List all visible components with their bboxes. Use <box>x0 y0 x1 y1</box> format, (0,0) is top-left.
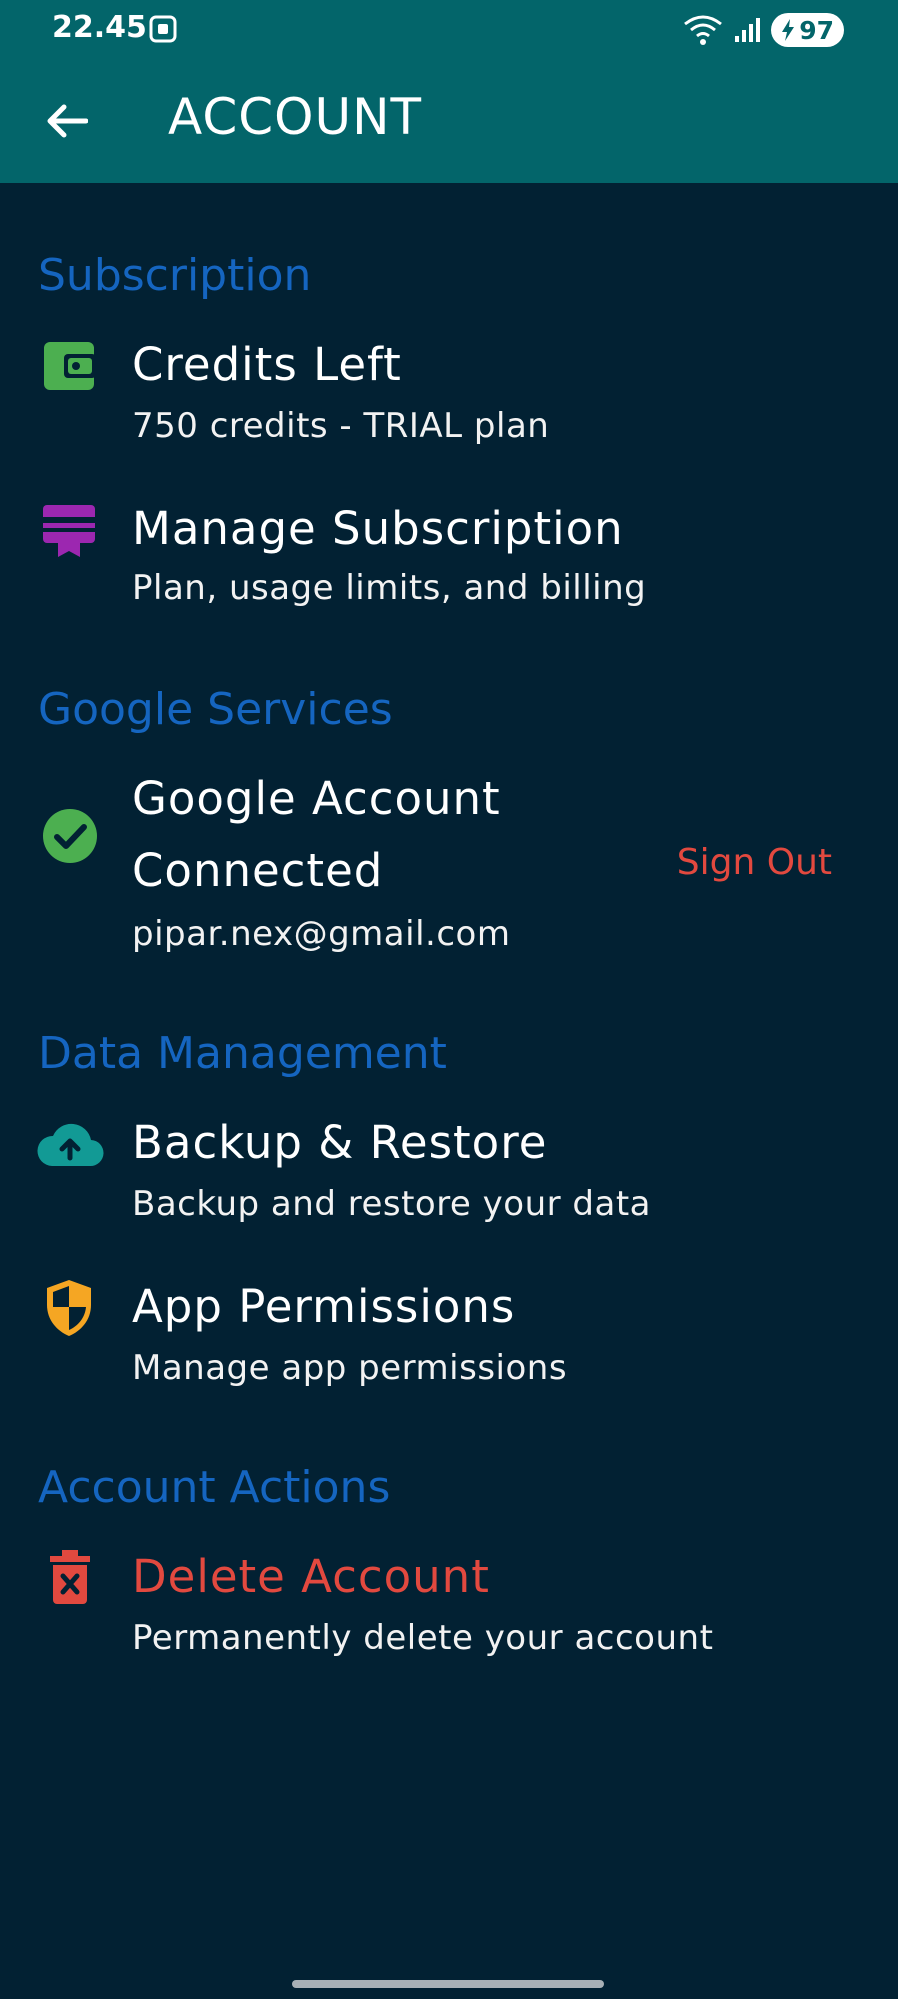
status-icons: 97 <box>683 12 844 48</box>
trash-icon <box>50 1550 90 1604</box>
cloud-upload-icon <box>37 1123 104 1167</box>
battery-level: 97 <box>799 15 834 45</box>
app-permissions-subtitle: Manage app permissions <box>132 1348 568 1388</box>
app-permissions-item[interactable]: App Permissions Manage app permissions <box>0 1272 898 1402</box>
page-title: ACCOUNT <box>168 88 423 146</box>
screen-record-icon <box>149 15 177 43</box>
delete-account-title: Delete Account <box>132 1550 490 1603</box>
signal-icon <box>735 18 761 42</box>
card-membership-icon <box>43 505 95 557</box>
section-header-data: Data Management <box>38 1028 447 1079</box>
check-circle-icon <box>43 809 97 863</box>
sign-out-button[interactable]: Sign Out <box>677 842 832 883</box>
battery-charging-icon <box>782 19 795 41</box>
battery-indicator: 97 <box>771 13 844 47</box>
section-header-subscription: Subscription <box>38 250 312 301</box>
manage-subscription-subtitle: Plan, usage limits, and billing <box>132 568 647 608</box>
section-header-google: Google Services <box>38 684 393 735</box>
google-account-title-line2: Connected <box>132 844 384 897</box>
section-header-actions: Account Actions <box>38 1462 391 1513</box>
home-indicator[interactable] <box>292 1980 604 1988</box>
google-account-title-line1: Google Account <box>132 772 501 825</box>
credits-left-subtitle: 750 credits - TRIAL plan <box>132 406 550 446</box>
credits-left-title: Credits Left <box>132 338 402 391</box>
backup-restore-title: Backup & Restore <box>132 1116 548 1169</box>
back-button[interactable] <box>36 90 98 152</box>
google-account-item: Google Account Connected pipar.nex@gmail… <box>0 764 898 964</box>
shield-icon <box>47 1280 91 1336</box>
backup-restore-item[interactable]: Backup & Restore Backup and restore your… <box>0 1108 898 1238</box>
credits-left-item[interactable]: Credits Left 750 credits - TRIAL plan <box>0 330 898 460</box>
delete-account-item[interactable]: Delete Account Permanently delete your a… <box>0 1542 898 1672</box>
manage-subscription-item[interactable]: Manage Subscription Plan, usage limits, … <box>0 494 898 624</box>
delete-account-subtitle: Permanently delete your account <box>132 1618 714 1658</box>
app-permissions-title: App Permissions <box>132 1280 516 1333</box>
app-bar: 22.45 97 ACCOUNT <box>0 0 898 183</box>
arrow-left-icon <box>47 104 88 138</box>
wallet-icon <box>44 342 96 390</box>
google-account-email: pipar.nex@gmail.com <box>132 914 511 954</box>
backup-restore-subtitle: Backup and restore your data <box>132 1184 652 1224</box>
status-time: 22.45 <box>52 10 147 45</box>
manage-subscription-title: Manage Subscription <box>132 502 624 555</box>
wifi-icon <box>684 15 723 45</box>
